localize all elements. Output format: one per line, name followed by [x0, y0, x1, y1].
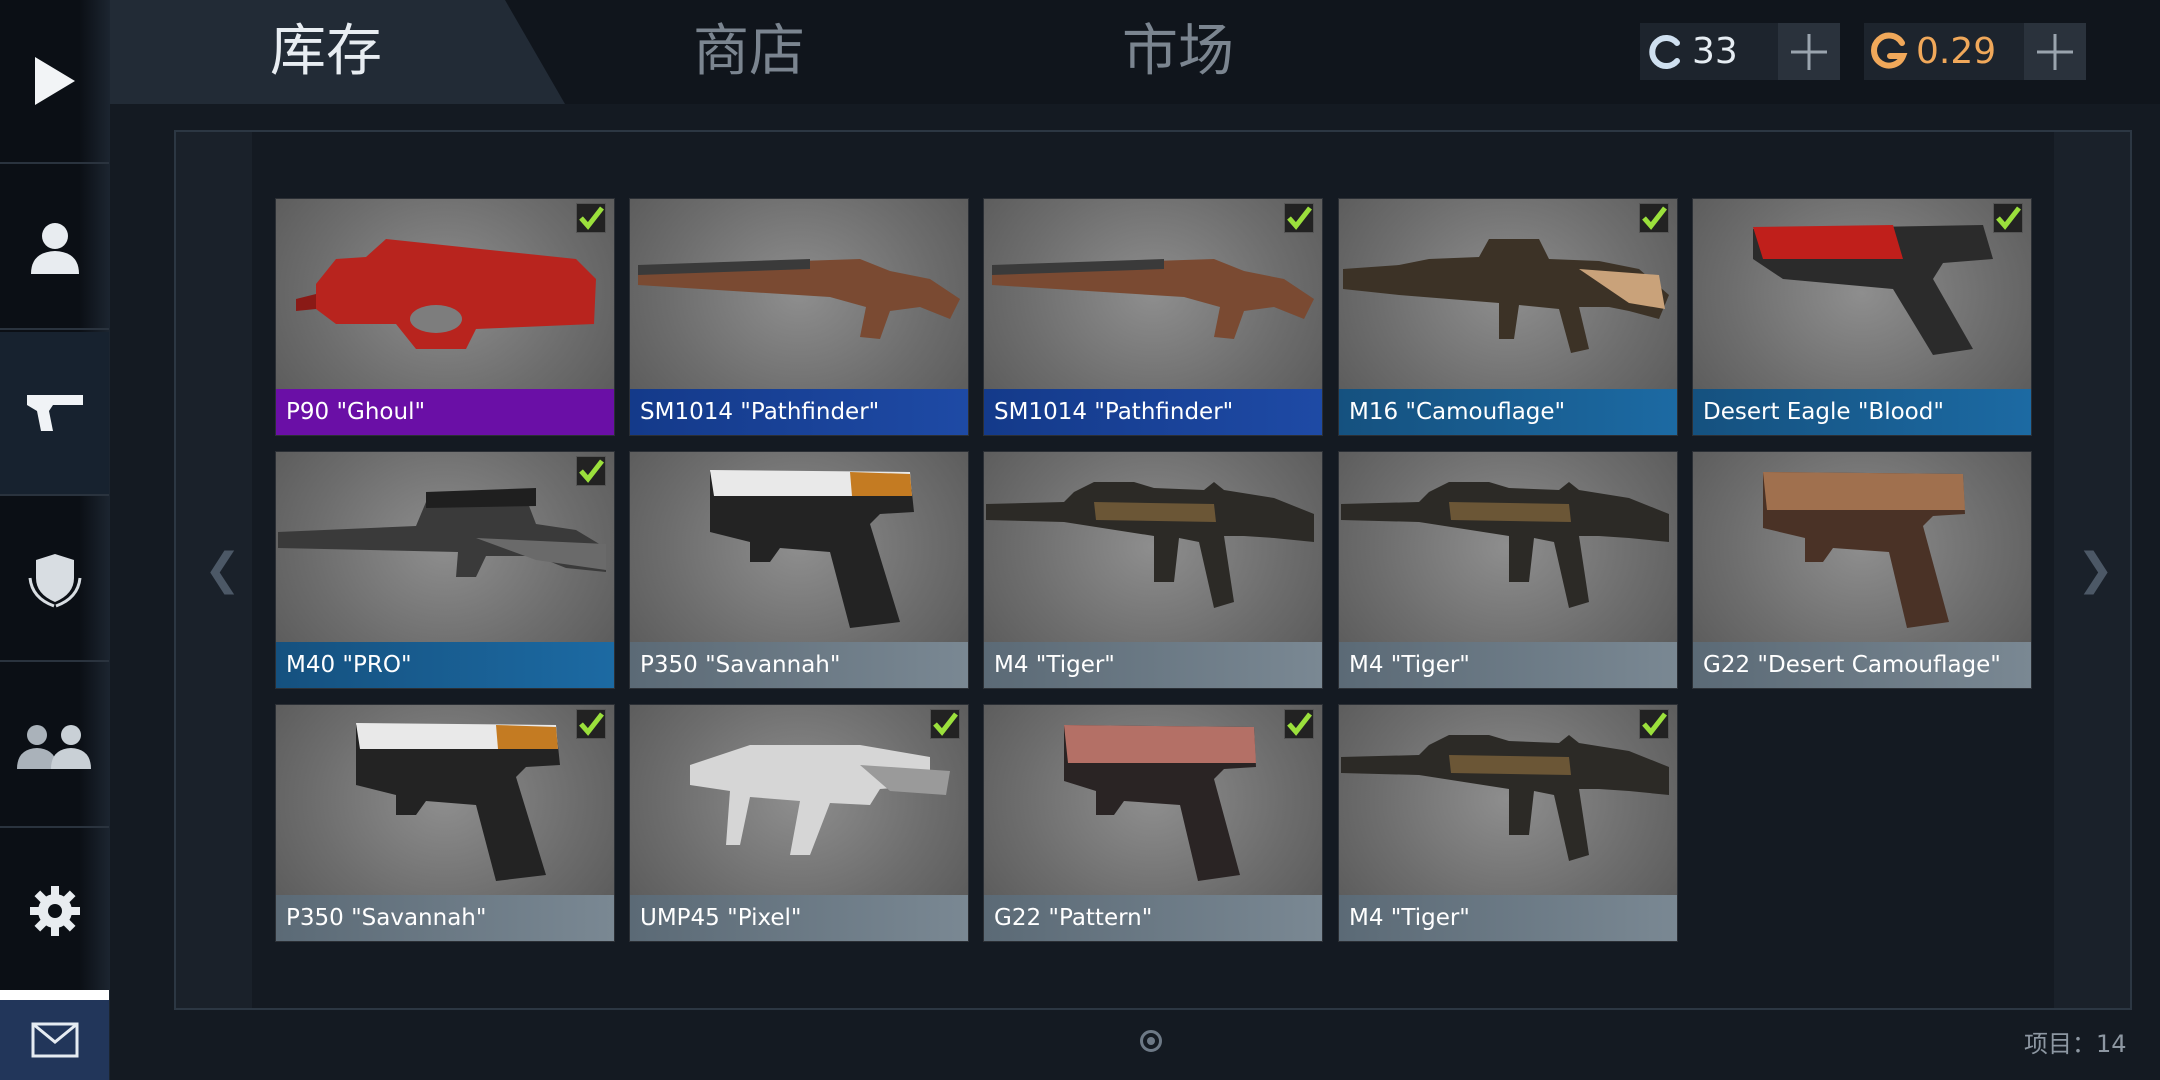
add-gold-button[interactable]: [2024, 23, 2086, 80]
credits-balance: 33: [1640, 23, 1840, 80]
weapon-name-label: SM1014 "Pathfinder": [630, 389, 968, 435]
tab-shop[interactable]: 商店: [693, 12, 805, 92]
weapon-card[interactable]: M16 "Camouflage": [1339, 199, 1677, 435]
next-page-arrow[interactable]: ❯: [2077, 540, 2114, 600]
weapon-image: [1343, 239, 1669, 353]
weapon-card[interactable]: M4 "Tiger": [1339, 452, 1677, 688]
play-icon: [34, 57, 75, 105]
clan-button[interactable]: [0, 498, 109, 662]
weapon-name-label: M16 "Camouflage": [1339, 389, 1677, 435]
equipped-check-icon: [930, 709, 960, 739]
weapon-image: [1341, 735, 1669, 861]
weapon-card[interactable]: SM1014 "Pathfinder": [630, 199, 968, 435]
weapon-image: [986, 482, 1314, 608]
weapon-image: [1763, 472, 1965, 628]
play-button[interactable]: [0, 0, 109, 164]
gold-value: 0.29: [1916, 31, 1997, 72]
weapon-name-label: G22 "Pattern": [984, 895, 1322, 941]
weapon-image: [1753, 225, 1993, 355]
mail-button[interactable]: [0, 990, 109, 1080]
tab-market[interactable]: 市场: [1122, 12, 1234, 92]
settings-button[interactable]: [0, 830, 109, 992]
weapon-card[interactable]: G22 "Desert Camouflage": [1693, 452, 2031, 688]
credits-value: 33: [1692, 31, 1738, 72]
equipped-check-icon: [1639, 203, 1669, 233]
weapon-image: [690, 745, 950, 855]
weapon-card[interactable]: UMP45 "Pixel": [630, 705, 968, 941]
weapon-name-label: UMP45 "Pixel": [630, 895, 968, 941]
equipped-check-icon: [576, 203, 606, 233]
page-indicator: [1140, 1030, 1162, 1052]
weapon-icon: [26, 395, 83, 431]
weapon-card[interactable]: M4 "Tiger": [1339, 705, 1677, 941]
clan-shield-icon: [28, 554, 81, 608]
plus-icon: [2037, 33, 2073, 70]
gold-balance: 0.29: [1864, 23, 2086, 80]
weapon-name-label: P350 "Savannah": [630, 642, 968, 688]
weapon-image: [710, 470, 914, 628]
weapon-image: [278, 488, 606, 577]
weapon-image: [296, 239, 596, 349]
weapon-name-label: G22 "Desert Camouflage": [1693, 642, 2031, 688]
equipped-check-icon: [1284, 203, 1314, 233]
weapon-name-label: M4 "Tiger": [1339, 642, 1677, 688]
friends-button[interactable]: [0, 664, 109, 828]
add-credits-button[interactable]: [1778, 23, 1840, 80]
weapon-image: [992, 259, 1314, 339]
profile-icon: [30, 223, 79, 274]
weapon-name-label: P90 "Ghoul": [276, 389, 614, 435]
equipped-check-icon: [1993, 203, 2023, 233]
weapon-card[interactable]: P350 "Savannah": [276, 705, 614, 941]
mail-icon: [31, 1022, 78, 1058]
prev-page-arrow[interactable]: ❮: [204, 540, 241, 600]
weapon-card[interactable]: P350 "Savannah": [630, 452, 968, 688]
credits-icon: [1640, 23, 1692, 80]
weapon-image: [638, 259, 960, 339]
weapon-name-label: M4 "Tiger": [984, 642, 1322, 688]
weapon-name-label: M4 "Tiger": [1339, 895, 1677, 941]
items-count: 项目：14: [2024, 1030, 2127, 1058]
weapon-name-label: SM1014 "Pathfinder": [984, 389, 1322, 435]
weapon-card[interactable]: M4 "Tiger": [984, 452, 1322, 688]
weapon-card[interactable]: SM1014 "Pathfinder": [984, 199, 1322, 435]
equipped-check-icon: [576, 709, 606, 739]
plus-icon: [1791, 33, 1827, 70]
weapon-name-label: P350 "Savannah": [276, 895, 614, 941]
profile-button[interactable]: [0, 166, 109, 330]
equipped-check-icon: [576, 456, 606, 486]
tab-inventory[interactable]: 库存: [270, 12, 382, 92]
weapon-card[interactable]: M40 "PRO": [276, 452, 614, 688]
weapon-image: [1341, 482, 1669, 608]
weapon-name-label: M40 "PRO": [276, 642, 614, 688]
gold-icon: [1864, 23, 1916, 80]
weapon-card[interactable]: P90 "Ghoul": [276, 199, 614, 435]
equipped-check-icon: [1639, 709, 1669, 739]
sidebar: [0, 0, 110, 1080]
weapon-card[interactable]: G22 "Pattern": [984, 705, 1322, 941]
friends-icon: [16, 725, 91, 769]
equipped-check-icon: [1284, 709, 1314, 739]
settings-icon: [29, 886, 80, 936]
weapon-image: [356, 723, 560, 881]
weapon-card[interactable]: Desert Eagle "Blood": [1693, 199, 2031, 435]
weapon-image: [1064, 725, 1256, 881]
weapon-name-label: Desert Eagle "Blood": [1693, 389, 2031, 435]
weapons-button[interactable]: [0, 332, 109, 496]
